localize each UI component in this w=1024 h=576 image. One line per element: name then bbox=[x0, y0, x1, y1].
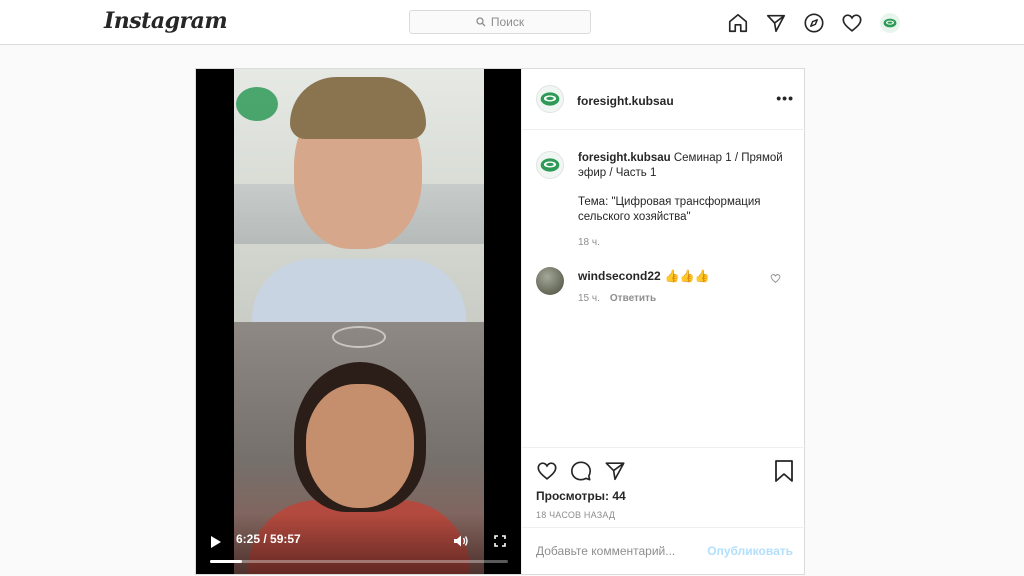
author-avatar[interactable] bbox=[536, 85, 564, 113]
commenter-avatar[interactable] bbox=[536, 267, 564, 295]
comment-timestamp: 15 ч. bbox=[578, 293, 600, 304]
home-icon[interactable] bbox=[726, 11, 749, 34]
caption-timestamp: 18 ч. bbox=[578, 237, 600, 248]
instagram-logo[interactable]: Instagram bbox=[104, 8, 228, 34]
comment-bubble-icon[interactable] bbox=[570, 460, 592, 482]
direct-messages-icon[interactable] bbox=[764, 11, 787, 34]
caption-username[interactable]: foresight.kubsau bbox=[578, 152, 671, 164]
explore-compass-icon[interactable] bbox=[802, 11, 825, 34]
author-username[interactable]: foresight.kubsau bbox=[577, 94, 674, 108]
video-player[interactable]: 6:25 / 59:57 bbox=[196, 69, 521, 574]
fullscreen-icon[interactable] bbox=[494, 535, 506, 547]
like-heart-icon[interactable] bbox=[536, 460, 558, 482]
top-navigation-bar: Instagram Поиск bbox=[0, 0, 1024, 45]
search-input[interactable]: Поиск bbox=[409, 10, 591, 34]
video-progress-bar[interactable] bbox=[210, 560, 508, 563]
more-options-icon[interactable]: ••• bbox=[776, 90, 794, 106]
post-actions: Просмотры: 44 18 ЧАСОВ НАЗАД bbox=[522, 447, 806, 527]
views-count: Просмотры: 44 bbox=[536, 489, 626, 503]
video-progress-fill bbox=[210, 560, 242, 563]
brand-logo-icon bbox=[883, 18, 896, 27]
share-send-icon[interactable] bbox=[604, 460, 626, 482]
comment-text: windsecond22 👍👍👍 bbox=[578, 269, 710, 283]
add-comment-input[interactable] bbox=[536, 542, 706, 560]
reply-button[interactable]: Ответить bbox=[610, 293, 656, 304]
post-header: foresight.kubsau ••• bbox=[522, 69, 806, 130]
caption-author-avatar[interactable] bbox=[536, 151, 564, 179]
video-frame-top-participant bbox=[234, 69, 484, 322]
profile-avatar[interactable] bbox=[878, 11, 901, 34]
video-controls: 6:25 / 59:57 bbox=[196, 514, 521, 574]
caption-line-2: Тема: "Цифровая трансформация сельского … bbox=[578, 196, 761, 223]
add-comment-bar: Опубликовать bbox=[522, 527, 806, 574]
comment-body: 👍👍👍 bbox=[664, 269, 710, 283]
comment-item: windsecond22 👍👍👍 15 ч. Ответить bbox=[536, 267, 796, 312]
post-timestamp[interactable]: 18 ЧАСОВ НАЗАД bbox=[536, 510, 615, 520]
activity-heart-icon[interactable] bbox=[840, 11, 863, 34]
post-card: 6:25 / 59:57 foresight.kubsau ••• foresi… bbox=[195, 68, 806, 575]
brand-logo-icon bbox=[540, 92, 560, 106]
video-time-display: 6:25 / 59:57 bbox=[236, 532, 301, 546]
commenter-username[interactable]: windsecond22 bbox=[578, 269, 661, 283]
volume-icon[interactable] bbox=[453, 534, 469, 548]
post-details-panel: foresight.kubsau ••• foresight.kubsau Се… bbox=[521, 69, 806, 574]
comment-like-heart-icon[interactable] bbox=[770, 273, 781, 284]
publish-button[interactable]: Опубликовать bbox=[707, 544, 793, 558]
save-bookmark-icon[interactable] bbox=[774, 460, 794, 482]
search-icon bbox=[476, 17, 486, 27]
brand-logo-icon bbox=[540, 158, 560, 172]
caption-text: foresight.kubsau Семинар 1 / Прямой эфир… bbox=[578, 151, 788, 239]
search-placeholder: Поиск bbox=[490, 15, 525, 29]
play-icon[interactable] bbox=[210, 535, 222, 549]
